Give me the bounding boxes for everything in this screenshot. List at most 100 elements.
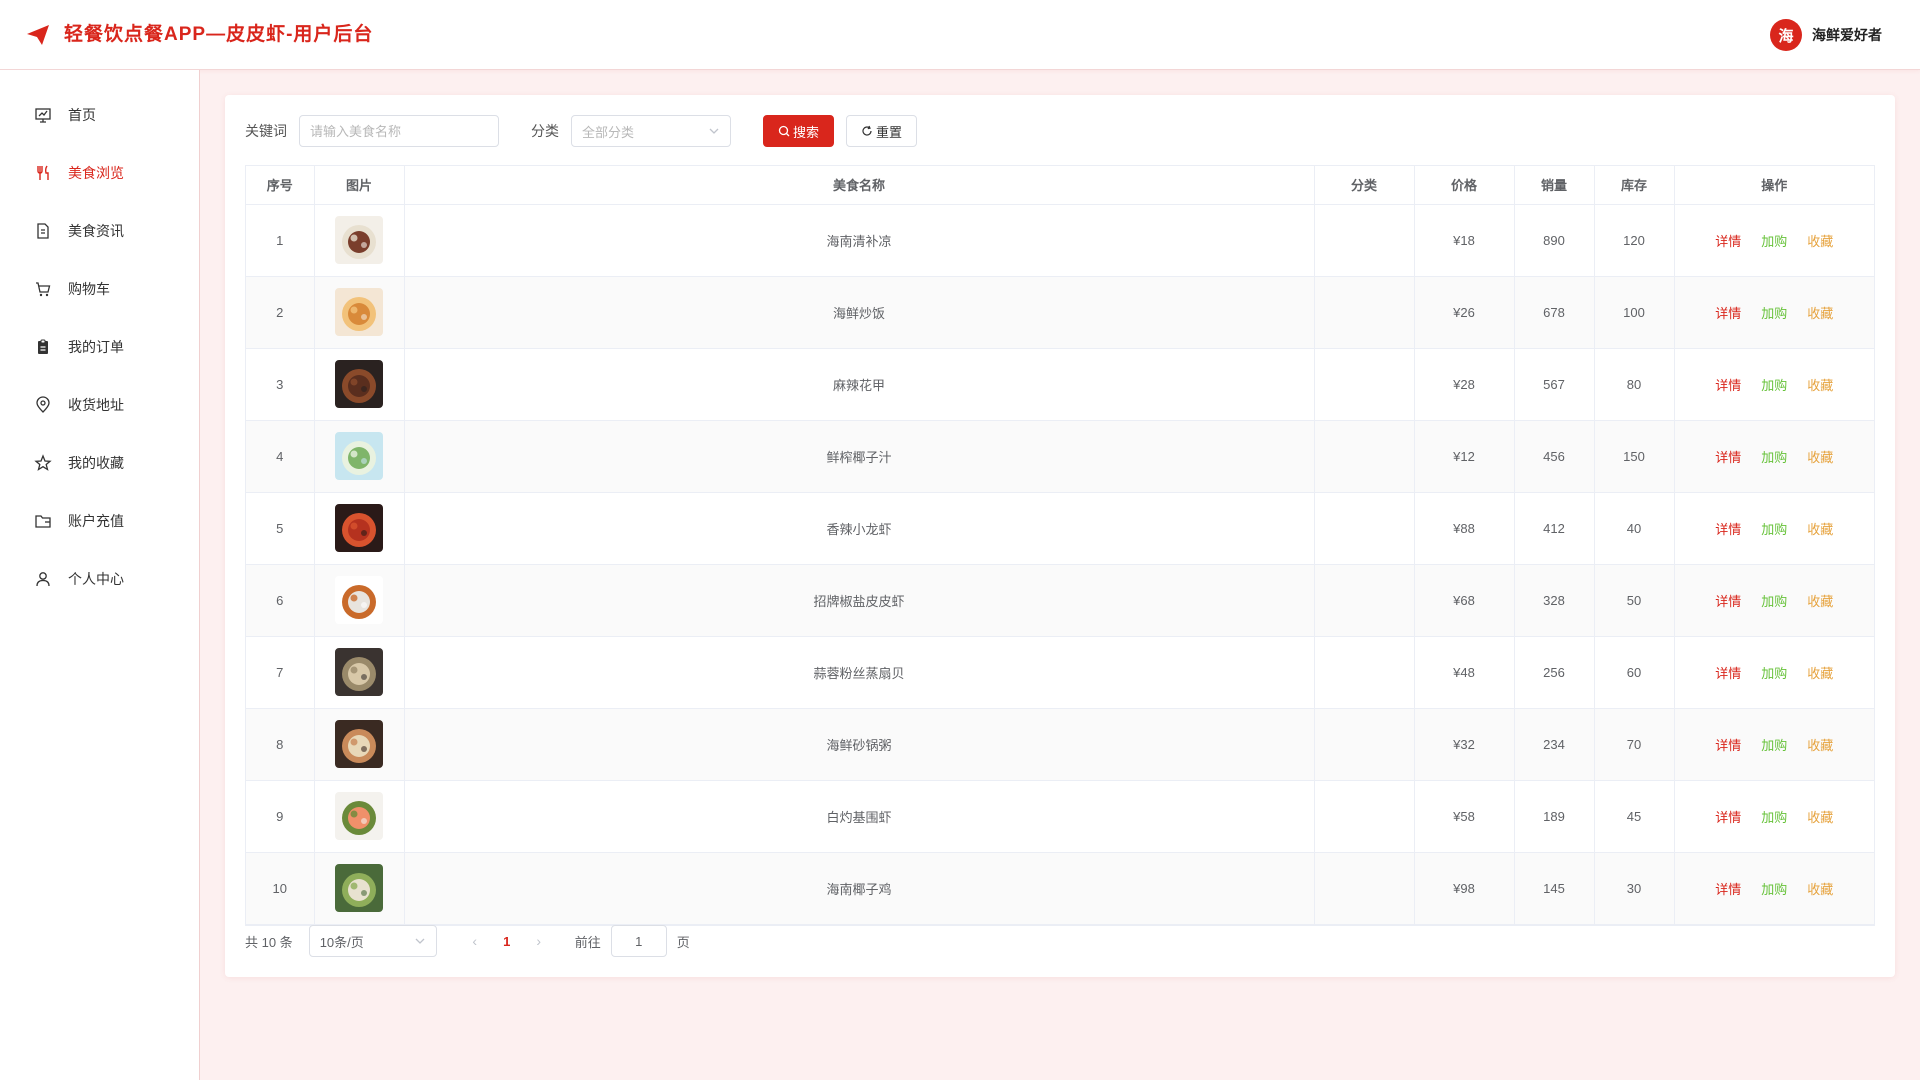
cell-category (1314, 708, 1415, 781)
cell-price: ¥68 (1414, 564, 1515, 637)
column-header: 库存 (1594, 166, 1675, 205)
add-to-cart-link[interactable]: 加购 (1761, 738, 1787, 753)
reset-button-label: 重置 (876, 124, 903, 140)
page-number-1[interactable]: 1 (491, 934, 523, 949)
favorite-link[interactable]: 收藏 (1807, 378, 1833, 393)
cell-category (1314, 276, 1415, 349)
sidebar-item-8[interactable]: 账户充值 (0, 492, 199, 550)
add-to-cart-link[interactable]: 加购 (1761, 882, 1787, 897)
favorite-link[interactable]: 收藏 (1807, 450, 1833, 465)
sidebar-item-5[interactable]: 我的订单 (0, 318, 199, 376)
add-to-cart-link[interactable]: 加购 (1761, 234, 1787, 249)
food-image[interactable] (335, 504, 383, 552)
cell-name: 蒜蓉粉丝蒸扇贝 (404, 636, 1315, 709)
sidebar-item-label: 我的订单 (68, 339, 124, 355)
goto-page-input[interactable] (610, 925, 667, 957)
add-to-cart-link[interactable]: 加购 (1761, 594, 1787, 609)
sidebar-item-2[interactable]: 美食浏览 (0, 144, 199, 202)
cell-stock: 150 (1594, 420, 1675, 493)
favorite-link[interactable]: 收藏 (1807, 810, 1833, 825)
cell-stock: 80 (1594, 348, 1675, 421)
favorite-link[interactable]: 收藏 (1807, 234, 1833, 249)
cell-no: 8 (246, 708, 315, 781)
cell-no: 7 (246, 636, 315, 709)
cell-actions: 详情 加购 收藏 (1674, 852, 1874, 925)
favorite-link[interactable]: 收藏 (1807, 882, 1833, 897)
food-image[interactable] (335, 360, 383, 408)
detail-link[interactable]: 详情 (1715, 882, 1741, 897)
detail-link[interactable]: 详情 (1715, 378, 1741, 393)
add-to-cart-link[interactable]: 加购 (1761, 450, 1787, 465)
user-menu[interactable]: 海 海鲜爱好者 (1770, 18, 1882, 52)
avatar[interactable]: 海 (1770, 19, 1802, 51)
detail-link[interactable]: 详情 (1715, 594, 1741, 609)
cell-sales: 567 (1514, 348, 1595, 421)
cell-name: 海南清补凉 (404, 204, 1315, 277)
food-image[interactable] (335, 576, 383, 624)
cell-image (314, 276, 405, 349)
favorite-link[interactable]: 收藏 (1807, 666, 1833, 681)
page-size-value: 10条/页 (319, 934, 364, 950)
username[interactable]: 海鲜爱好者 (1812, 25, 1882, 45)
add-to-cart-link[interactable]: 加购 (1761, 306, 1787, 321)
paper-plane-icon (27, 25, 49, 45)
food-table: 序号 图片 美食名称 分类 价格 销量 库存 操作 1 海南清补凉 ¥18 890 120 详情 加购 收藏… (245, 165, 1875, 926)
sidebar-item-6[interactable]: 收货地址 (0, 376, 199, 434)
reset-button[interactable]: 重置 (846, 115, 918, 147)
food-image[interactable] (335, 792, 383, 840)
sidebar-item-9[interactable]: 个人中心 (0, 550, 199, 608)
detail-link[interactable]: 详情 (1715, 666, 1741, 681)
cell-actions: 详情 加购 收藏 (1674, 348, 1874, 421)
sidebar-item-1[interactable]: 首页 (0, 86, 199, 144)
favorite-link[interactable]: 收藏 (1807, 738, 1833, 753)
favorite-link[interactable]: 收藏 (1807, 306, 1833, 321)
fork-knife-icon (34, 164, 52, 182)
detail-link[interactable]: 详情 (1715, 450, 1741, 465)
sidebar-item-label: 美食浏览 (68, 165, 124, 181)
food-image[interactable] (335, 432, 383, 480)
detail-link[interactable]: 详情 (1715, 738, 1741, 753)
page-size-select[interactable]: 10条/页 (308, 925, 437, 957)
keyword-input[interactable] (299, 115, 499, 147)
cell-stock: 50 (1594, 564, 1675, 637)
favorite-link[interactable]: 收藏 (1807, 522, 1833, 537)
food-image[interactable] (335, 864, 383, 912)
category-select[interactable]: 全部分类 (571, 115, 731, 147)
search-button[interactable]: 搜索 (763, 115, 835, 147)
refresh-icon (862, 125, 872, 136)
cell-actions: 详情 加购 收藏 (1674, 204, 1874, 277)
table-row: 2 海鲜炒饭 ¥26 678 100 详情 加购 收藏 (246, 276, 1874, 349)
cell-category (1314, 852, 1415, 925)
search-button-label: 搜索 (793, 124, 820, 140)
detail-link[interactable]: 详情 (1715, 522, 1741, 537)
add-to-cart-link[interactable]: 加购 (1761, 666, 1787, 681)
detail-link[interactable]: 详情 (1715, 306, 1741, 321)
prev-page-button[interactable]: ‹ (459, 933, 491, 949)
food-image[interactable] (335, 288, 383, 336)
favorite-link[interactable]: 收藏 (1807, 594, 1833, 609)
sidebar-item-4[interactable]: 购物车 (0, 260, 199, 318)
cell-no: 1 (246, 204, 315, 277)
sidebar-item-3[interactable]: 美食资讯 (0, 202, 199, 260)
add-to-cart-link[interactable]: 加购 (1761, 810, 1787, 825)
add-to-cart-link[interactable]: 加购 (1761, 522, 1787, 537)
food-image[interactable] (335, 216, 383, 264)
detail-link[interactable]: 详情 (1715, 234, 1741, 249)
search-icon (778, 125, 790, 137)
pagination: 共 10 条 10条/页 ‹ 1 › 前往 页 (245, 925, 690, 957)
food-image[interactable] (335, 720, 383, 768)
food-image[interactable] (335, 648, 383, 696)
sidebar-item-7[interactable]: 我的收藏 (0, 434, 199, 492)
cell-actions: 详情 加购 收藏 (1674, 708, 1874, 781)
detail-link[interactable]: 详情 (1715, 810, 1741, 825)
add-to-cart-link[interactable]: 加购 (1761, 378, 1787, 393)
cell-image (314, 636, 405, 709)
cell-stock: 40 (1594, 492, 1675, 565)
cell-name: 海南椰子鸡 (404, 852, 1315, 925)
next-page-button[interactable]: › (523, 933, 555, 949)
cell-sales: 890 (1514, 204, 1595, 277)
cell-price: ¥98 (1414, 852, 1515, 925)
cell-price: ¥32 (1414, 708, 1515, 781)
sidebar-item-label: 购物车 (68, 281, 110, 297)
cell-image (314, 852, 405, 925)
